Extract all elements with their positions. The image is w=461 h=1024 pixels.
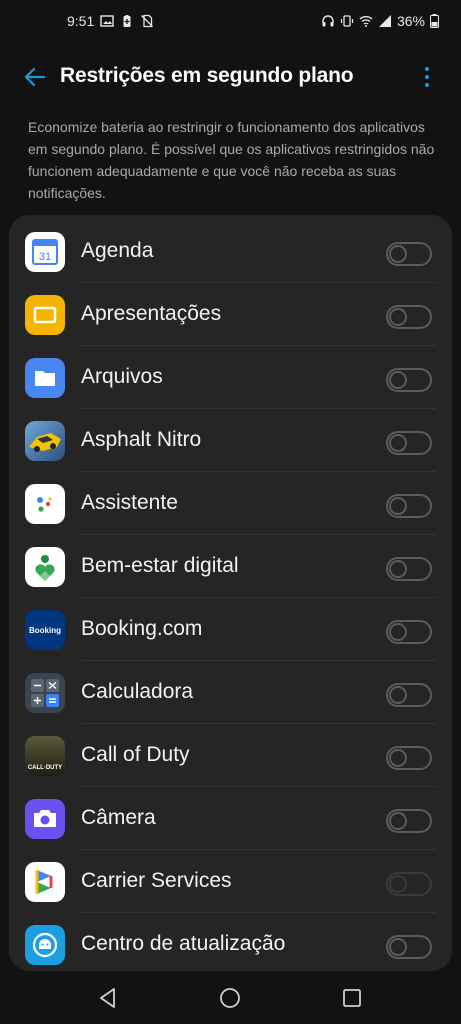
booking-icon-text: Booking — [29, 625, 61, 635]
app-name: Apresentações — [81, 302, 222, 325]
restriction-toggle[interactable] — [386, 683, 432, 707]
digital-wellbeing-icon — [25, 547, 65, 587]
app-name: Calculadora — [81, 680, 194, 703]
asphalt-nitro-icon — [25, 421, 65, 461]
list-item-agenda[interactable]: 31 Agenda — [9, 220, 452, 283]
list-item-asphalt-nitro[interactable]: Asphalt Nitro — [9, 409, 452, 472]
app-name: Arquivos — [81, 365, 163, 388]
status-time: 9:51 — [67, 13, 95, 29]
calculator-icon — [25, 673, 65, 713]
app-name: Agenda — [81, 239, 154, 262]
camera-icon — [25, 799, 65, 839]
list-item-carrier-services[interactable]: Carrier Services — [9, 850, 452, 913]
signal-icon — [378, 15, 391, 27]
battery-percent: 36% — [396, 13, 425, 29]
app-name: Booking.com — [81, 617, 203, 640]
list-item-assistente[interactable]: Assistente — [9, 472, 452, 535]
list-item-call-of-duty[interactable]: CALL·DUTY Call of Duty — [9, 724, 452, 787]
restriction-toggle[interactable] — [386, 872, 432, 896]
page-title: Restrições em segundo plano — [60, 64, 354, 87]
svg-text:31: 31 — [39, 251, 51, 263]
recents-square-icon[interactable] — [340, 986, 364, 1010]
restriction-toggle[interactable] — [386, 809, 432, 833]
list-item-bem-estar-digital[interactable]: Bem-estar digital — [9, 535, 452, 598]
arrow-back-icon[interactable] — [22, 64, 48, 90]
calendar-icon: 31 — [25, 232, 65, 272]
update-center-icon — [25, 925, 65, 965]
back-triangle-icon[interactable] — [96, 986, 120, 1010]
status-bar: 9:51 36% — [0, 0, 461, 44]
list-item-camera[interactable]: Câmera — [9, 787, 452, 850]
restriction-toggle[interactable] — [386, 746, 432, 770]
restriction-toggle[interactable] — [386, 431, 432, 455]
list-item-apresentacoes[interactable]: Apresentações — [9, 283, 452, 346]
list-item-calculadora[interactable]: Calculadora — [9, 661, 452, 724]
gallery-icon — [100, 15, 114, 27]
call-of-duty-icon: CALL·DUTY — [25, 736, 65, 776]
restriction-toggle[interactable] — [386, 557, 432, 581]
slides-icon — [25, 295, 65, 335]
status-bar-left: 9:51 — [67, 13, 154, 29]
app-bar: Restrições em segundo plano — [0, 52, 461, 104]
status-bar-right: 36% — [321, 13, 439, 29]
assistant-icon — [25, 484, 65, 524]
more-vert-icon[interactable] — [416, 62, 438, 92]
app-name: Centro de atualização — [81, 932, 286, 955]
restriction-toggle[interactable] — [386, 305, 432, 329]
vibrate-icon — [340, 15, 354, 27]
call-of-duty-icon-text: CALL·DUTY — [27, 765, 63, 771]
carrier-services-icon — [25, 862, 65, 902]
app-name: Asphalt Nitro — [81, 428, 202, 451]
restriction-toggle[interactable] — [386, 494, 432, 518]
app-name: Call of Duty — [81, 743, 190, 766]
files-icon — [25, 358, 65, 398]
app-name: Câmera — [81, 806, 156, 829]
restriction-toggle[interactable] — [386, 935, 432, 959]
battery-icon — [430, 14, 439, 28]
list-item-arquivos[interactable]: Arquivos — [9, 346, 452, 409]
restriction-toggle[interactable] — [386, 620, 432, 644]
restriction-toggle[interactable] — [386, 368, 432, 392]
app-name: Assistente — [81, 491, 178, 514]
restriction-toggle[interactable] — [386, 242, 432, 266]
wifi-icon — [359, 16, 373, 27]
nav-bar — [0, 972, 461, 1024]
list-item-centro-de-atualizacao[interactable]: Centro de atualização — [9, 913, 452, 971]
headset-icon — [322, 15, 334, 27]
app-list: 31 Agenda Apresentações Arquivos Asphalt… — [9, 215, 452, 971]
list-item-booking[interactable]: Booking Booking.com — [9, 598, 452, 661]
app-name: Carrier Services — [81, 869, 232, 892]
description-text: Economize bateria ao restringir o funcio… — [28, 119, 435, 201]
home-circle-icon[interactable] — [218, 986, 242, 1010]
booking-icon: Booking — [25, 610, 65, 650]
app-name: Bem-estar digital — [81, 554, 239, 577]
no-sim-icon — [141, 14, 154, 28]
battery-saver-icon — [123, 15, 131, 27]
